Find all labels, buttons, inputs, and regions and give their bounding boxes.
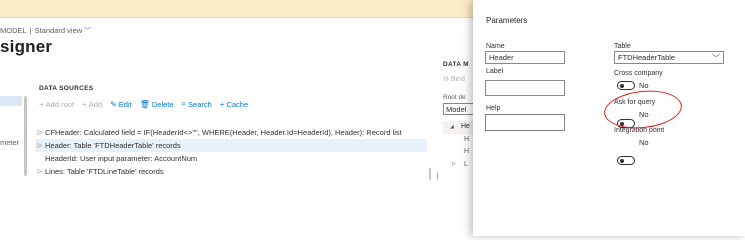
bind-button[interactable]: ⊖ Bind — [443, 75, 465, 83]
name-label: Name — [486, 43, 505, 50]
add-root-button[interactable]: + Add root — [39, 99, 74, 109]
data-source-row-header[interactable]: ▷ Header: Table 'FTDHeaderTable' records — [35, 139, 427, 152]
data-source-row-text: Header: Table 'FTDHeaderTable' records — [45, 141, 181, 150]
plus-icon: + — [82, 99, 87, 109]
expand-icon[interactable]: ▷ — [452, 161, 456, 167]
data-source-row-text: HeaderId: User input parameter: AccountN… — [45, 154, 198, 163]
data-model-heading: DATA M — [443, 61, 469, 68]
view-label: Standard view — [34, 26, 83, 35]
expand-icon[interactable]: ▷ — [35, 168, 45, 175]
chevron-down-icon: ﹀ — [84, 28, 92, 35]
cache-label: Cache — [226, 99, 249, 109]
data-source-row-text: CFHeader: Calculated field = IF(HeaderId… — [45, 128, 402, 137]
add-button[interactable]: + Add — [82, 99, 102, 109]
data-source-row-cfheader[interactable]: ▷ CFHeader: Calculated field = IF(HeaderI… — [35, 126, 427, 139]
search-icon: ⌕ — [181, 99, 187, 108]
help-label: Help — [486, 105, 501, 112]
integration-point-value: No — [639, 138, 649, 147]
toggle-knob — [619, 158, 624, 163]
root-definition-label: Root de — [443, 94, 466, 101]
collapse-icon[interactable]: ◢ — [450, 124, 454, 130]
link-icon: ⊖ — [443, 76, 449, 83]
help-field[interactable] — [485, 114, 565, 131]
expand-icon[interactable]: ▷ — [35, 129, 45, 136]
edit-label: Edit — [118, 99, 132, 109]
delete-button[interactable]: 🗑︎ Delete — [140, 99, 174, 109]
add-label: Add — [88, 99, 103, 109]
edit-button[interactable]: ✎ Edit — [110, 99, 132, 109]
left-list-item-label: meter — [0, 138, 20, 147]
cross-company-toggle[interactable] — [617, 81, 635, 90]
plus-icon: + — [39, 99, 44, 109]
data-source-row-lines[interactable]: ▷ Lines: Table 'FTDLineTable' records — [35, 165, 427, 178]
integration-point-toggle[interactable] — [617, 156, 635, 165]
table-label: Table — [614, 43, 631, 50]
data-sources-scrollbar[interactable] — [429, 168, 431, 180]
panel-title: Parameters — [486, 16, 528, 25]
toggle-knob — [619, 83, 624, 88]
data-model-tree-item[interactable]: H — [464, 148, 469, 155]
data-model-scrollbar[interactable] — [437, 172, 438, 180]
page-title: signer — [0, 37, 53, 56]
trash-icon: 🗑︎ — [139, 99, 150, 109]
plus-icon: + — [219, 99, 225, 109]
label-field[interactable] — [485, 80, 565, 96]
table-value: FTDHeaderTable — [618, 53, 676, 62]
delete-label: Delete — [151, 99, 174, 109]
data-model-tree-item[interactable]: L — [464, 161, 468, 168]
breadcrumb: MODEL | Standard view ﹀ — [0, 26, 91, 36]
data-sources-toolbar: + Add root + Add ✎ Edit 🗑︎ Delete ⌕ Search + C… — [39, 99, 248, 109]
data-model-tree-item[interactable]: He — [461, 123, 470, 130]
breadcrumb-separator: | — [29, 26, 32, 35]
name-field[interactable]: Header — [485, 51, 565, 64]
cross-company-value: No — [639, 81, 649, 90]
data-model-tree-item[interactable]: H — [464, 136, 469, 143]
expand-icon[interactable]: ▷ — [35, 142, 45, 149]
search-label: Search — [188, 99, 212, 109]
data-source-row-text: Lines: Table 'FTDLineTable' records — [45, 167, 164, 176]
add-root-label: Add root — [45, 99, 75, 109]
cache-button[interactable]: + Cache — [220, 99, 248, 109]
label-label: Label — [486, 68, 504, 75]
bind-label: Bind — [450, 76, 465, 83]
left-scrollbar[interactable] — [24, 96, 27, 176]
chevron-down-icon: ﹀ — [712, 54, 720, 63]
view-selector[interactable]: Standard view ﹀ — [35, 26, 92, 35]
search-button[interactable]: ⌕ Search — [182, 99, 212, 109]
pencil-icon: ✎ — [110, 99, 117, 109]
data-source-row-headerid[interactable]: HeaderId: User input parameter: AccountN… — [35, 152, 427, 165]
table-dropdown[interactable]: FTDHeaderTable ﹀ — [614, 51, 724, 64]
model-label: MODEL — [0, 26, 27, 35]
cross-company-label: Cross company — [614, 70, 663, 77]
left-list-selected-item[interactable] — [0, 96, 22, 106]
data-sources-heading: DATA SOURCES — [39, 85, 94, 92]
